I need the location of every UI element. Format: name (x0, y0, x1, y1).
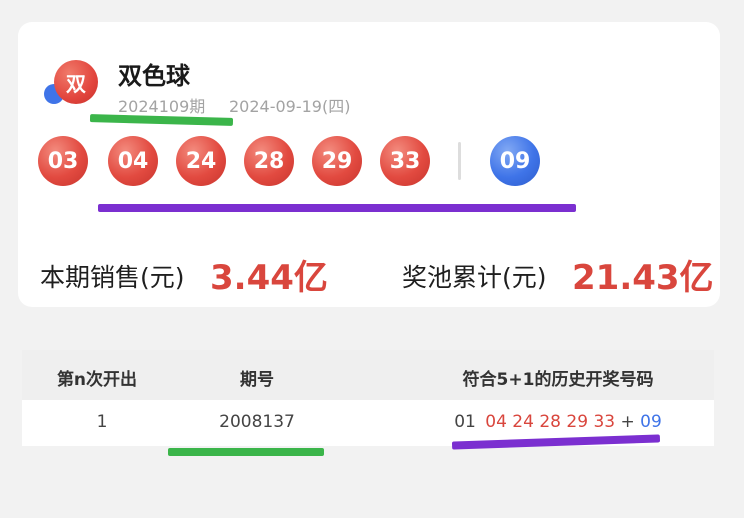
red-ball-6: 33 (380, 136, 430, 186)
history-num-red-2: 24 (512, 412, 534, 432)
lottery-page: 双 双色球 2024109期 2024-09-19(四) 03 04 24 28… (0, 0, 744, 518)
jackpot-value: 21.43亿 (572, 258, 714, 298)
red-ball-3: 24 (176, 136, 226, 186)
history-num-red-1: 04 (485, 412, 507, 432)
cell-issue: 2008137 (219, 412, 295, 432)
lottery-title: 双色球 (118, 62, 190, 90)
history-num-plain: 01 (454, 412, 476, 432)
blue-ball: 09 (490, 136, 540, 186)
header-issue: 期号 (240, 370, 274, 390)
jackpot-label: 奖池累计(元) (402, 263, 547, 292)
ball-separator (458, 142, 461, 180)
red-ball-5: 29 (312, 136, 362, 186)
history-plus-sign: + (620, 412, 635, 432)
purple-highlight-mark (98, 204, 576, 212)
history-table: 第n次开出 期号 符合5+1的历史开奖号码 1 2008137 01 04 24… (22, 350, 714, 446)
table-header: 第n次开出 期号 符合5+1的历史开奖号码 (22, 350, 714, 400)
red-ball-4: 28 (244, 136, 294, 186)
red-ball-1: 03 (38, 136, 88, 186)
header-occurrence: 第n次开出 (56, 370, 138, 390)
red-ball-2: 04 (108, 136, 158, 186)
history-num-blue: 09 (640, 412, 662, 432)
sales-value: 3.44亿 (210, 258, 328, 298)
header-history-numbers: 符合5+1的历史开奖号码 (462, 370, 654, 390)
issue-number: 2024109期 (118, 97, 206, 116)
history-num-red-3: 28 (539, 412, 561, 432)
drawn-balls: 03 04 24 28 29 33 (38, 136, 558, 186)
lottery-logo: 双 (42, 58, 100, 108)
cell-occurrence: 1 (96, 412, 108, 432)
draw-date: 2024-09-19(四) (229, 97, 351, 116)
green-underline-mark (168, 448, 324, 456)
cell-history-numbers: 01 04 24 28 29 33 + 09 (402, 412, 714, 432)
history-num-red-5: 33 (593, 412, 616, 432)
sales-label: 本期销售(元) (40, 263, 185, 292)
logo-red-ball: 双 (54, 60, 98, 104)
history-num-red-4: 29 (566, 412, 589, 432)
